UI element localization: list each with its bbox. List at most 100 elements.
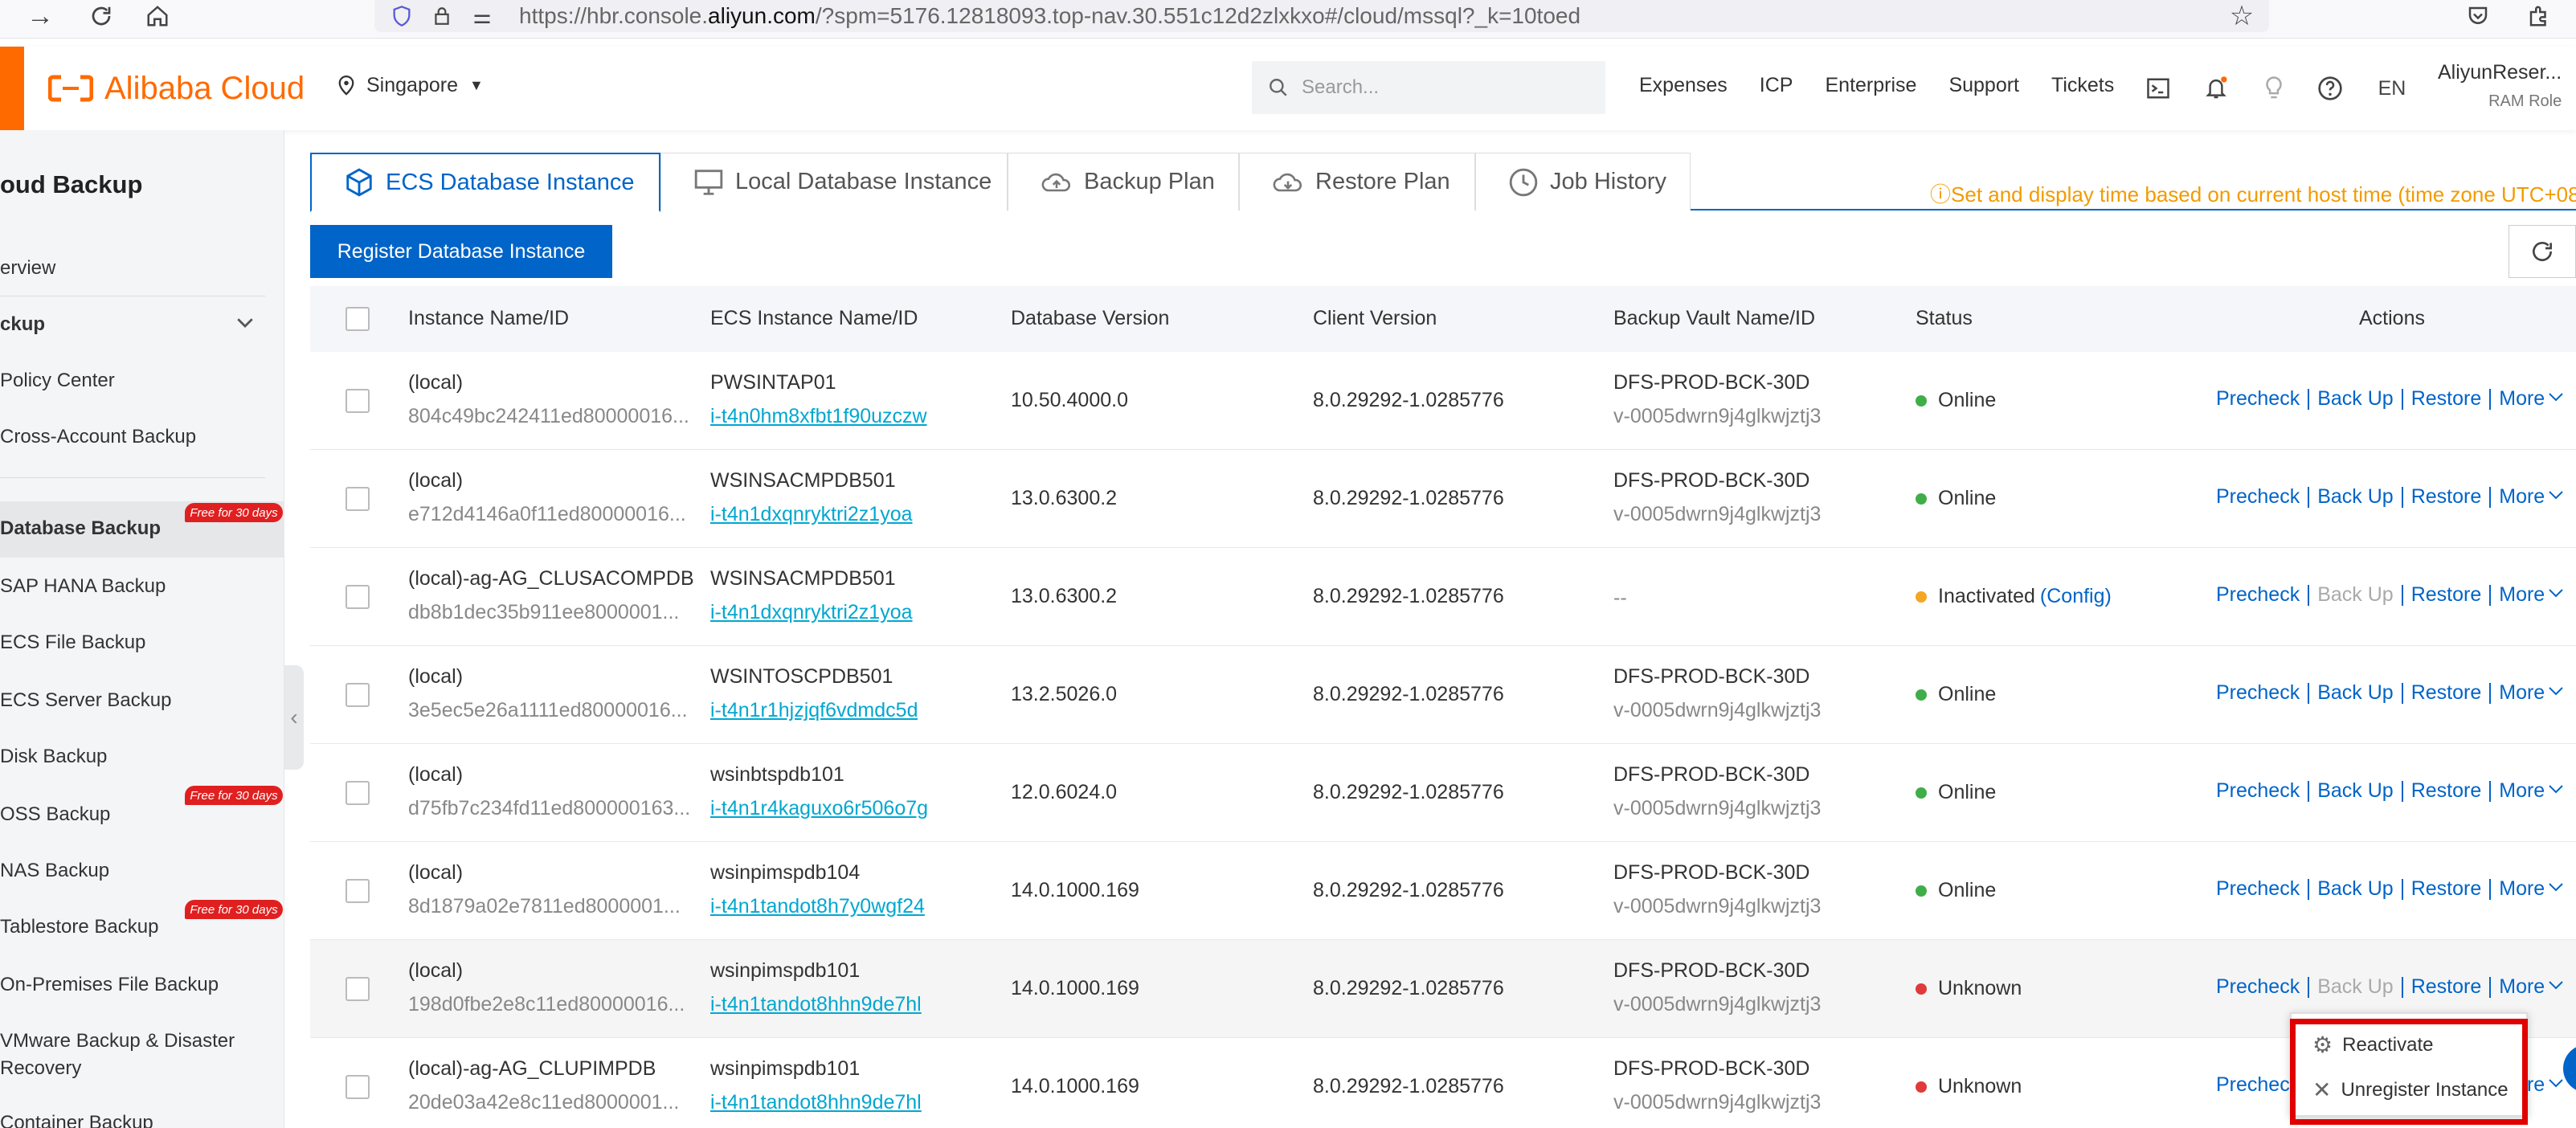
row-checkbox[interactable]	[346, 781, 370, 805]
refresh-button[interactable]	[2509, 225, 2576, 278]
ecs-instance-id-link[interactable]: i-t4n0hm8xfbt1f90uzczw	[710, 405, 927, 428]
row-checkbox[interactable]	[346, 1075, 370, 1099]
backup-link[interactable]: Back Up	[2317, 975, 2393, 999]
precheck-link[interactable]: Precheck	[2216, 681, 2300, 705]
bookmark-star-icon[interactable]: ☆	[2226, 0, 2258, 32]
row-checkbox[interactable]	[346, 683, 370, 707]
nav-link-icp[interactable]: ICP	[1760, 74, 1793, 97]
sidebar-collapse-handle[interactable]: ‹	[284, 665, 304, 770]
sidebar-item-disk[interactable]: Disk Backup	[0, 746, 107, 768]
backup-link[interactable]: Back Up	[2317, 681, 2393, 705]
search-input[interactable]: Search...	[1252, 61, 1605, 114]
restore-link[interactable]: Restore	[2411, 485, 2482, 509]
tab-job-history[interactable]: Job History	[1475, 153, 1691, 210]
reload-icon[interactable]	[85, 0, 117, 32]
column-header-ecs[interactable]: ECS Instance Name/ID	[710, 307, 918, 330]
more-dropdown-trigger[interactable]: More	[2499, 387, 2566, 411]
language-switch[interactable]: EN	[2372, 74, 2412, 103]
sidebar-item-onprem-file[interactable]: On-Premises File Backup	[0, 974, 219, 996]
restore-link[interactable]: Restore	[2411, 877, 2482, 901]
tab-restore-plan[interactable]: Restore Plan	[1239, 153, 1475, 210]
row-checkbox[interactable]	[346, 977, 370, 1001]
row-checkbox[interactable]	[346, 389, 370, 413]
row-checkbox[interactable]	[346, 585, 370, 609]
backup-link[interactable]: Back Up	[2317, 877, 2393, 901]
precheck-link[interactable]: Precheck	[2216, 583, 2300, 607]
column-header-status[interactable]: Status	[1916, 307, 1973, 330]
precheck-link[interactable]: Precheck	[2216, 1073, 2300, 1097]
ecs-instance-id-link[interactable]: i-t4n1tandot8hhn9de7hl	[710, 1091, 922, 1114]
backup-link[interactable]: Back Up	[2317, 485, 2393, 509]
sidebar-item-policy-center[interactable]: Policy Center	[0, 370, 115, 392]
precheck-link[interactable]: Precheck	[2216, 975, 2300, 999]
nav-link-enterprise[interactable]: Enterprise	[1825, 74, 1916, 97]
tab-backup-plan[interactable]: Backup Plan	[1008, 153, 1239, 210]
column-header-vault[interactable]: Backup Vault Name/ID	[1613, 307, 1815, 330]
sidebar-item-tablestore[interactable]: Tablestore Backup	[0, 916, 158, 938]
ecs-instance-id-link[interactable]: i-t4n1tandot8h7y0wgf24	[710, 895, 925, 918]
sidebar-group-backup[interactable]: ckup	[0, 313, 45, 336]
nav-link-support[interactable]: Support	[1948, 74, 2019, 97]
column-header-instance[interactable]: Instance Name/ID	[408, 307, 569, 330]
restore-link[interactable]: Restore	[2411, 583, 2482, 607]
restore-link[interactable]: Restore	[2411, 975, 2482, 999]
address-bar[interactable]: ⚌ https://hbr.console.aliyun.com/?spm=51…	[374, 0, 2269, 32]
tab-ecs-database-instance[interactable]: ECS Database Instance	[310, 153, 660, 212]
ecs-instance-id-link[interactable]: i-t4n1r1hjzjqf6vdmdc5d	[710, 699, 918, 722]
more-dropdown-trigger[interactable]: More	[2499, 779, 2566, 803]
forward-icon[interactable]: →	[24, 0, 56, 32]
sidebar-item-sap-hana[interactable]: SAP HANA Backup	[0, 575, 166, 598]
column-header-db-version[interactable]: Database Version	[1011, 307, 1169, 330]
help-icon[interactable]	[2316, 74, 2345, 103]
restore-link[interactable]: Restore	[2411, 779, 2482, 803]
precheck-link[interactable]: Precheck	[2216, 387, 2300, 411]
home-icon[interactable]	[141, 0, 174, 32]
row-checkbox[interactable]	[346, 879, 370, 903]
sidebar-item-container[interactable]: Container Backup	[0, 1112, 153, 1128]
sidebar-item-vmware[interactable]: VMware Backup & Disaster Recovery	[0, 1030, 235, 1080]
chevron-down-icon[interactable]	[233, 310, 257, 340]
menu-toggle[interactable]	[0, 47, 24, 130]
column-header-client-version[interactable]: Client Version	[1313, 307, 1437, 330]
sidebar-item-oss[interactable]: OSS Backup	[0, 803, 110, 826]
nav-link-tickets[interactable]: Tickets	[2051, 74, 2114, 97]
menu-item-reactivate[interactable]: ⚙ Reactivate	[2312, 1032, 2434, 1058]
restore-link[interactable]: Restore	[2411, 387, 2482, 411]
precheck-link[interactable]: Precheck	[2216, 485, 2300, 509]
region-selector[interactable]: Singapore ▼	[337, 74, 484, 97]
backup-link[interactable]: Back Up	[2317, 583, 2393, 607]
register-database-instance-button[interactable]: Register Database Instance	[310, 225, 612, 278]
sidebar-item-cross-account[interactable]: Cross-Account Backup	[0, 426, 196, 448]
select-all-checkbox[interactable]	[346, 307, 370, 331]
sidebar-item-database-backup[interactable]: Database Backup	[0, 517, 161, 540]
pocket-icon[interactable]	[2462, 0, 2494, 32]
user-account-menu[interactable]: AliyunReser... RAM Role	[2438, 61, 2562, 111]
ecs-instance-id-link[interactable]: i-t4n1dxqnryktri2z1yoa	[710, 503, 913, 526]
alibaba-cloud-logo[interactable]: Alibaba Cloud	[48, 64, 305, 112]
lightbulb-icon[interactable]	[2259, 74, 2288, 103]
ecs-instance-id-link[interactable]: i-t4n1dxqnryktri2z1yoa	[710, 601, 913, 624]
backup-link[interactable]: Back Up	[2317, 779, 2393, 803]
sidebar-item-nas[interactable]: NAS Backup	[0, 860, 109, 882]
cloud-shell-icon[interactable]	[2144, 74, 2173, 103]
sidebar-item-ecs-server[interactable]: ECS Server Backup	[0, 689, 171, 712]
menu-item-unregister-instance[interactable]: ✕ Unregister Instance	[2312, 1077, 2509, 1103]
ecs-instance-id-link[interactable]: i-t4n1r4kaguxo6r506o7g	[710, 797, 928, 820]
config-link[interactable]: (Config)	[2040, 585, 2112, 608]
tab-local-database-instance[interactable]: Local Database Instance	[660, 153, 1008, 210]
backup-link[interactable]: Back Up	[2317, 387, 2393, 411]
more-dropdown-trigger[interactable]: More	[2499, 877, 2566, 901]
precheck-link[interactable]: Precheck	[2216, 877, 2300, 901]
more-dropdown-trigger[interactable]: More	[2499, 681, 2566, 705]
more-dropdown-trigger[interactable]: More	[2499, 485, 2566, 509]
extensions-icon[interactable]	[2523, 0, 2555, 32]
ecs-instance-id-link[interactable]: i-t4n1tandot8hhn9de7hl	[710, 993, 922, 1016]
row-checkbox[interactable]	[346, 487, 370, 511]
nav-link-expenses[interactable]: Expenses	[1639, 74, 1728, 97]
sidebar-item-overview[interactable]: erview	[0, 257, 55, 280]
restore-link[interactable]: Restore	[2411, 681, 2482, 705]
more-dropdown-trigger[interactable]: More	[2499, 975, 2566, 999]
precheck-link[interactable]: Precheck	[2216, 779, 2300, 803]
bell-icon[interactable]	[2202, 74, 2230, 103]
more-dropdown-trigger[interactable]: More	[2499, 583, 2566, 607]
